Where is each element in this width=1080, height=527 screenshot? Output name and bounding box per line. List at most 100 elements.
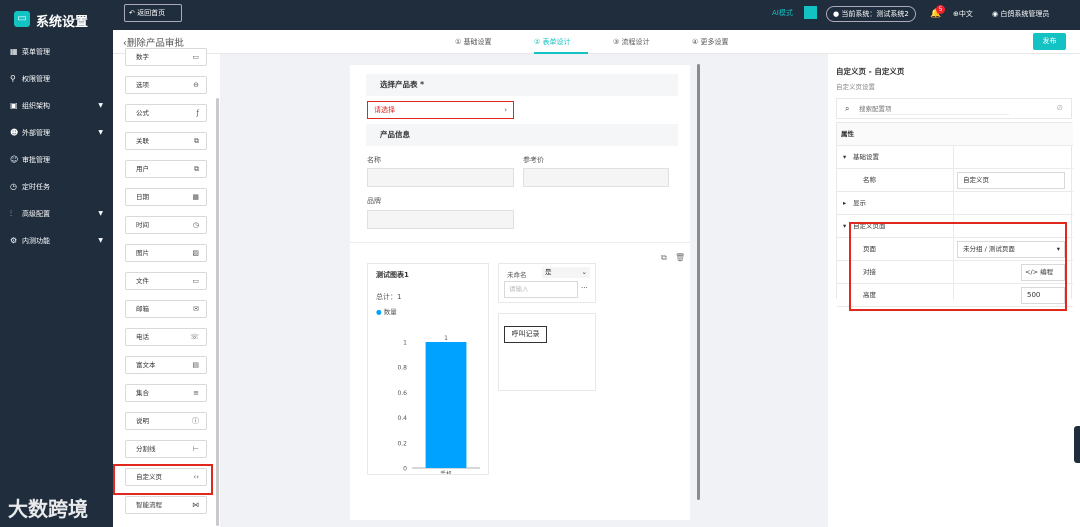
name-label: 名称 <box>367 156 381 164</box>
sidebar-item-1[interactable]: ⚲ 权限管理 <box>0 69 113 89</box>
brand-label: 品牌 <box>367 197 381 205</box>
palette-item-16[interactable]: 智能流程 ⋈ <box>125 496 207 514</box>
doc-icon: ▤ <box>192 361 199 369</box>
filter-value-input[interactable]: 请输入 <box>504 281 578 298</box>
notification-badge: 5 <box>936 5 945 14</box>
y-tick-label: 0.6 <box>397 390 407 397</box>
number-icon: ▭ <box>192 53 199 61</box>
current-system-selector[interactable]: ● 当前系统：测试系统2 <box>826 6 916 22</box>
palette-item-label: 分割线 <box>136 445 156 453</box>
grid-icon: ▦ <box>10 47 18 56</box>
sidebar-item-3[interactable]: ☻ 外部管理 ▼ <box>0 123 113 143</box>
sidebar-item-4[interactable]: ☺ 审批管理 <box>0 150 113 170</box>
group-basic[interactable]: ▾ 基础设置 <box>837 146 1073 169</box>
props-subtitle: 自定义页设置 <box>836 83 875 91</box>
sidebar-item-label: 审批管理 <box>22 156 50 164</box>
clear-icon[interactable]: ⊘ <box>1056 103 1063 112</box>
component-palette: 数字 ▭ 选项 ⊖ 公式 ƒ 关联 ⧉ 用户 ⧉ 日期 ▦ 时间 ◷ 图片 ▨ 文件 ▭ 邮箱 ✉ 电话 ☏ 富文本 ▤ 集合 ≡… <box>113 48 220 527</box>
sidebar-item-0[interactable]: ▦ 菜单管理 <box>0 42 113 62</box>
page-title[interactable]: ‹删除产品审批 <box>123 35 184 49</box>
ref-price-field[interactable] <box>523 168 669 187</box>
search-input[interactable] <box>859 103 1009 115</box>
sidebar-item-label: 高级配置 <box>22 210 50 218</box>
palette-item-3[interactable]: 关联 ⧉ <box>125 132 207 150</box>
select-placeholder: 请选择 <box>374 106 395 114</box>
palette-item-label: 用户 <box>136 165 149 173</box>
form-canvas: 选择产品表 * 请选择 › 产品信息 名称 参考价 品牌 ⧉ 🗑 测试图表1 总计… <box>350 65 690 520</box>
highlight-box <box>849 222 1067 311</box>
caret-down-icon: ▾ <box>843 222 847 230</box>
back-home-button[interactable]: ↶ 返回首页 <box>124 4 182 22</box>
palette-item-label: 关联 <box>136 137 149 145</box>
chart-title: 测试图表1 <box>376 271 409 279</box>
chart-widget[interactable]: 测试图表1 总计：1 ● 数量 00.20.40.60.811手机 <box>367 263 489 475</box>
more-icon[interactable]: ··· <box>581 284 588 292</box>
data-label: 1 <box>444 335 448 342</box>
palette-item-1[interactable]: 选项 ⊖ <box>125 76 207 94</box>
palette-item-4[interactable]: 用户 ⧉ <box>125 160 207 178</box>
sidebar-item-5[interactable]: ◷ 定时任务 <box>0 177 113 197</box>
palette-item-label: 邮箱 <box>136 305 149 313</box>
sidebar-item-7[interactable]: ⚙ 内测功能 ▼ <box>0 231 113 251</box>
palette-item-8[interactable]: 文件 ▭ <box>125 272 207 290</box>
caret-right-icon: ▸ <box>843 199 847 207</box>
watermark: 大数跨境 <box>8 497 88 521</box>
publish-button[interactable]: 发布 <box>1033 33 1066 50</box>
palette-item-label: 智能流程 <box>136 501 162 509</box>
palette-item-label: 说明 <box>136 417 149 425</box>
monitor-icon: ▭ <box>14 11 30 27</box>
sidebar-item-label: 组织架构 <box>22 102 50 110</box>
sidebar-item-2[interactable]: ▣ 组织架构 ▼ <box>0 96 113 116</box>
palette-item-9[interactable]: 邮箱 ✉ <box>125 300 207 318</box>
section-select-table: 选择产品表 * <box>366 74 678 96</box>
x-tick-label: 手机 <box>440 470 452 474</box>
call-record-button[interactable]: 呼叫记录 <box>504 326 547 343</box>
palette-item-14[interactable]: 分割线 ⊢ <box>125 440 207 458</box>
sidebar-item-6[interactable]: ⫶ 高级配置 ▼ <box>0 204 113 224</box>
step-basic-settings[interactable]: ① 基础设置 <box>455 37 492 47</box>
active-step-indicator <box>534 52 588 54</box>
user-lock-icon: ⚲ <box>10 74 16 83</box>
side-drawer-tab[interactable] <box>1074 426 1080 463</box>
select-product-table[interactable]: 请选择 › <box>367 101 514 119</box>
phone-icon: ☏ <box>190 333 199 341</box>
group-display[interactable]: ▸ 显示 <box>837 192 1073 215</box>
palette-item-label: 图片 <box>136 249 149 257</box>
palette-item-6[interactable]: 时间 ◷ <box>125 216 207 234</box>
palette-item-12[interactable]: 集合 ≡ <box>125 384 207 402</box>
copy-icon[interactable]: ⧉ <box>661 253 667 263</box>
clock-icon: ◷ <box>192 221 199 229</box>
search-icon: ⌕ <box>845 104 850 113</box>
palette-item-7[interactable]: 图片 ▨ <box>125 244 207 262</box>
brand-field[interactable] <box>367 210 514 229</box>
step-flow-design[interactable]: ③ 流程设计 <box>613 37 650 47</box>
palette-scrollbar[interactable] <box>216 98 219 526</box>
sidebar-item-label: 内测功能 <box>22 237 50 245</box>
filter-op-select[interactable]: 是 ⌄ <box>542 267 590 278</box>
language-switch[interactable]: ⊕中文 <box>953 9 973 19</box>
palette-item-0[interactable]: 数字 ▭ <box>125 48 207 66</box>
canvas-scrollbar[interactable] <box>697 64 700 500</box>
caret-down-icon: ▼ <box>98 129 103 136</box>
ai-mode-label: AI模式 <box>772 9 793 17</box>
step-form-design[interactable]: ② 表单设计 <box>534 37 571 47</box>
user-menu[interactable]: ◉ 白鸽系统管理员 <box>992 9 1049 19</box>
formula-icon: ƒ <box>196 109 199 117</box>
trash-icon[interactable]: 🗑 <box>675 253 685 262</box>
sidebar: ▦ 菜单管理 ⚲ 权限管理 ▣ 组织架构 ▼ ☻ 外部管理 ▼ ☺ 审批管理 ◷ 定时任务 ⫶ 高级配置 ▼ ⚙ 内… <box>0 30 113 527</box>
name-prop-input[interactable]: 自定义页 <box>957 172 1065 189</box>
palette-item-13[interactable]: 说明 ⓘ <box>125 412 207 430</box>
palette-item-2[interactable]: 公式 ƒ <box>125 104 207 122</box>
properties-panel: 自定义页 - 自定义页 自定义页设置 ⌕ ⊘ 属性 ▾ 基础设置 名称 自定义页 ▸… <box>828 54 1080 527</box>
palette-item-10[interactable]: 电话 ☏ <box>125 328 207 346</box>
chevron-down-icon: ⌄ <box>581 268 587 276</box>
caret-down-icon: ▼ <box>98 210 103 217</box>
ai-mode-toggle[interactable] <box>804 6 817 19</box>
name-field[interactable] <box>367 168 514 187</box>
palette-item-label: 选项 <box>136 81 149 89</box>
y-tick-label: 0 <box>403 466 407 473</box>
palette-item-11[interactable]: 富文本 ▤ <box>125 356 207 374</box>
palette-item-5[interactable]: 日期 ▦ <box>125 188 207 206</box>
step-more-settings[interactable]: ④ 更多设置 <box>692 37 729 47</box>
filter-op-value: 是 <box>545 268 552 276</box>
